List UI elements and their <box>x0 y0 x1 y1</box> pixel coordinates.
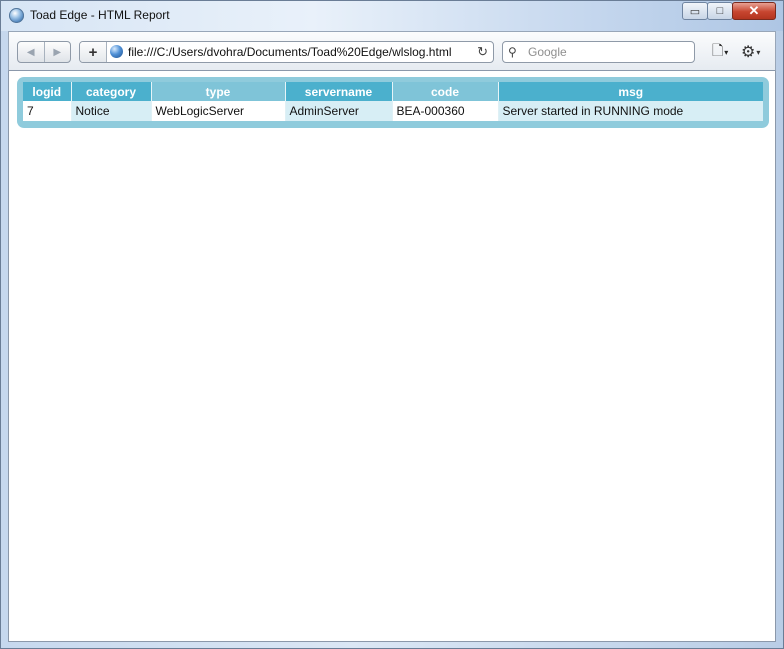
maximize-button[interactable]: □ <box>707 2 733 20</box>
cell-servername: AdminServer <box>285 101 393 121</box>
report-table: logid category type servername code msg … <box>23 82 763 121</box>
minimize-icon: ▭ <box>689 5 701 18</box>
chevron-down-icon: ▾ <box>724 47 729 57</box>
back-arrow-icon: ◀ <box>26 46 35 58</box>
page-content: logid category type servername code msg … <box>8 71 776 642</box>
window-title: Toad Edge - HTML Report <box>30 8 170 22</box>
column-header-type: type <box>151 82 286 101</box>
column-header-category: category <box>71 82 152 101</box>
url-text[interactable]: file:///C:/Users/dvohra/Documents/Toad%2… <box>128 45 451 59</box>
cell-category: Notice <box>71 101 152 121</box>
search-input[interactable] <box>528 44 688 60</box>
window-controls: ▭ □ ✕ <box>682 2 776 22</box>
forward-arrow-icon: ▶ <box>53 46 62 58</box>
chevron-down-icon: ▾ <box>756 47 761 57</box>
globe-icon <box>110 45 123 58</box>
page-menu-button[interactable]: 🗋 ▾ <box>712 42 734 61</box>
address-bar[interactable]: + file:///C:/Users/dvohra/Documents/Toad… <box>79 41 494 63</box>
gear-icon: ⚙ <box>741 44 756 61</box>
table-header-row: logid category type servername code msg <box>23 82 763 101</box>
close-icon: ✕ <box>748 3 760 18</box>
column-header-servername: servername <box>285 82 393 101</box>
minimize-button[interactable]: ▭ <box>682 2 708 20</box>
add-bookmark-button[interactable]: + <box>80 42 107 62</box>
page-icon: 🗋 <box>712 42 724 58</box>
column-header-code: code <box>392 82 499 101</box>
report-table-frame: logid category type servername code msg … <box>17 77 769 128</box>
search-icon[interactable]: ⚲ <box>508 45 517 59</box>
browser-window: Toad Edge - HTML Report ▭ □ ✕ ◀ ▶ + file… <box>0 0 784 649</box>
column-header-msg: msg <box>498 82 763 101</box>
plus-icon: + <box>88 43 98 61</box>
reload-icon[interactable]: ↻ <box>477 44 488 60</box>
tools-menu-button[interactable]: ⚙ ▾ <box>741 42 769 62</box>
back-forward-group: ◀ ▶ <box>17 41 71 63</box>
column-header-logid: logid <box>23 82 72 101</box>
cell-msg: Server started in RUNNING mode <box>498 101 763 121</box>
forward-button[interactable]: ▶ <box>43 42 71 62</box>
app-icon <box>9 8 24 23</box>
table-row: 7 Notice WebLogicServer AdminServer BEA-… <box>23 101 763 121</box>
close-button[interactable]: ✕ <box>732 2 776 20</box>
cell-code: BEA-000360 <box>392 101 499 121</box>
maximize-icon: □ <box>716 5 724 17</box>
cell-type: WebLogicServer <box>151 101 286 121</box>
title-bar: Toad Edge - HTML Report ▭ □ ✕ <box>1 1 783 31</box>
navigation-toolbar: ◀ ▶ + file:///C:/Users/dvohra/Documents/… <box>8 31 776 71</box>
cell-logid: 7 <box>23 101 72 121</box>
search-box[interactable]: ⚲ <box>502 41 695 63</box>
back-button[interactable]: ◀ <box>18 42 44 62</box>
